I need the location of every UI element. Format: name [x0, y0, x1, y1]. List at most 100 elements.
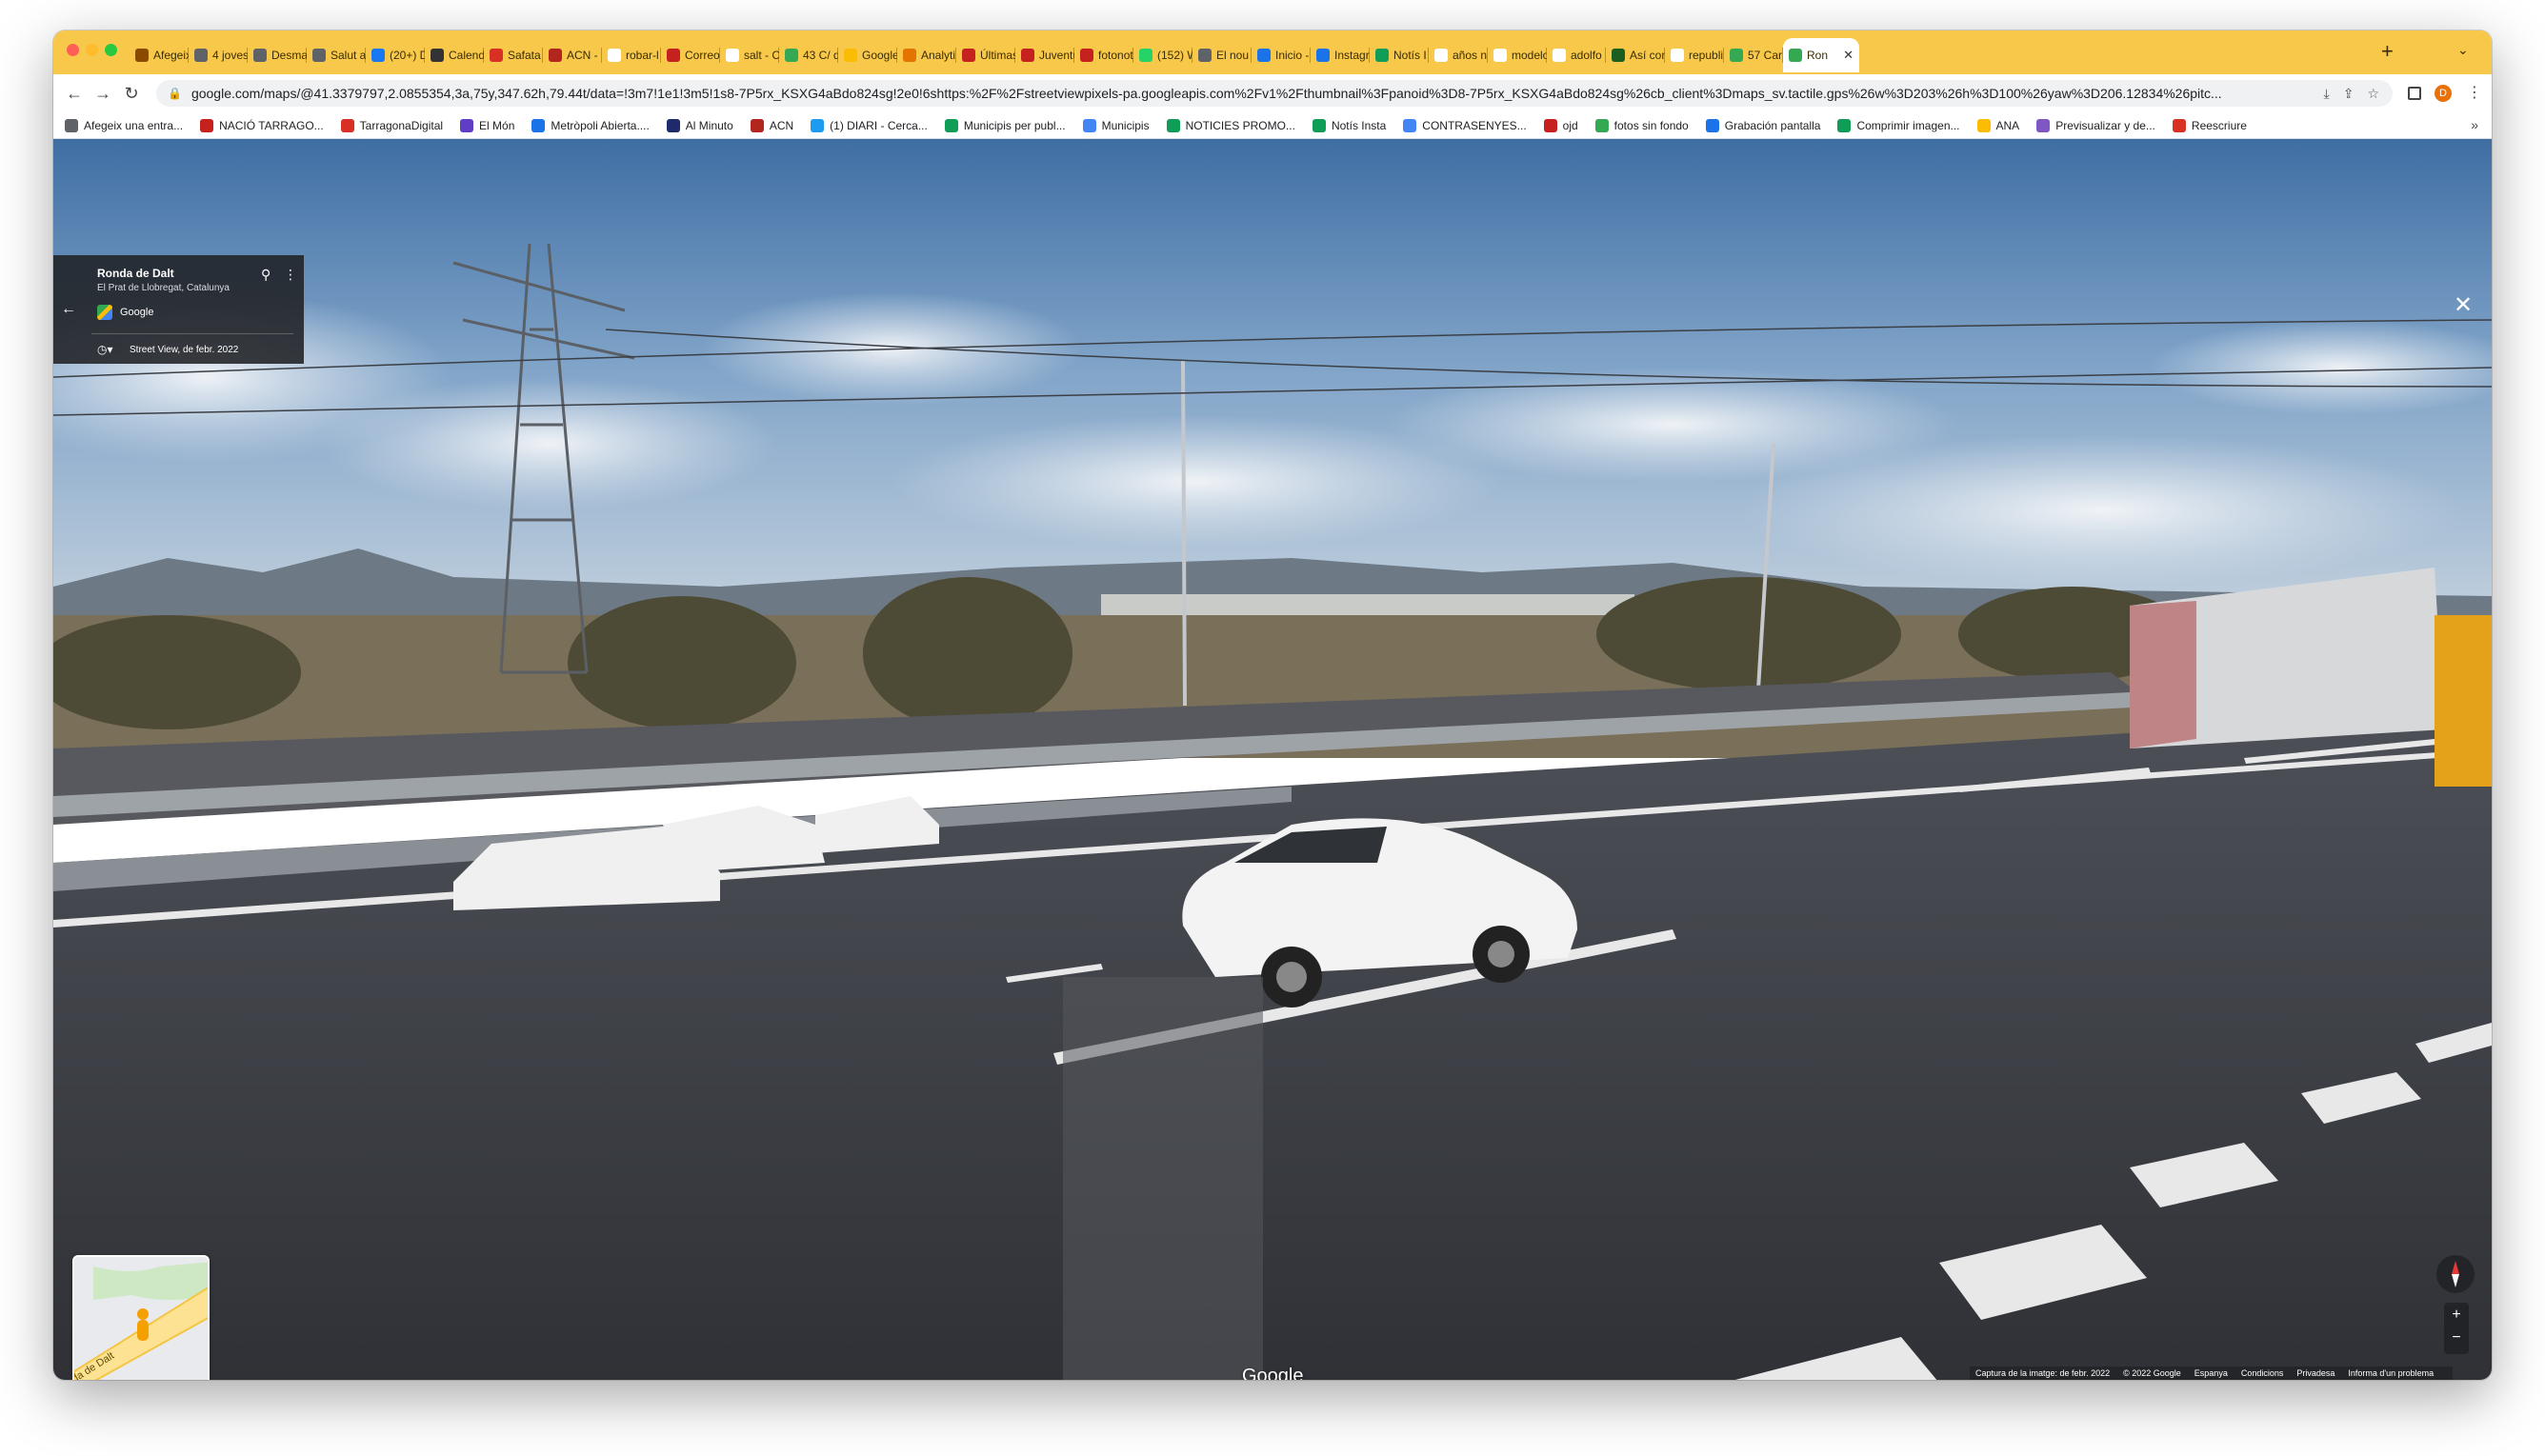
browser-menu-icon[interactable]: ⋮ [2467, 83, 2482, 102]
tab-label: 43 C/ d [803, 49, 838, 62]
bookmarks-overflow-icon[interactable]: » [2471, 117, 2478, 132]
compass-icon[interactable] [2436, 1255, 2475, 1293]
tab[interactable]: Desmant [248, 38, 307, 72]
zoom-out-button[interactable]: − [2444, 1329, 2469, 1346]
window-minimize-button[interactable] [86, 44, 98, 56]
back-icon[interactable]: ← [63, 82, 86, 105]
pin-icon[interactable]: ⚲ [261, 267, 271, 283]
bookmark-item[interactable]: ojd [1543, 118, 1578, 132]
more-options-icon[interactable]: ⋮ [284, 267, 297, 283]
tab-label: Notís I [1393, 49, 1427, 62]
tab[interactable]: Últimas [956, 38, 1015, 72]
bookmark-item[interactable]: ACN [750, 118, 793, 132]
time-travel-icon[interactable]: ◷▾ [97, 343, 113, 356]
tab[interactable]: Calend [425, 38, 484, 72]
window-maximize-button[interactable] [105, 44, 117, 56]
report-problem-link[interactable]: Informa d'un problema [2348, 1368, 2434, 1378]
tab-label: Salut al [331, 49, 366, 62]
side-panel-icon[interactable] [2408, 87, 2421, 100]
window-close-button[interactable] [67, 44, 79, 56]
bookmark-item[interactable]: ANA [1976, 118, 2019, 132]
tab[interactable]: Así com [1606, 38, 1665, 72]
tab[interactable]: Analyti [897, 38, 956, 72]
tab[interactable]: El nou [1192, 38, 1252, 72]
region-link[interactable]: Espanya [2194, 1368, 2228, 1378]
download-icon[interactable]: ⤓ [2324, 86, 2330, 102]
bookmark-item[interactable]: El Món [460, 118, 514, 132]
tab[interactable]: republi [1665, 38, 1724, 72]
bookmark-item[interactable]: CONTRASENYES... [1403, 118, 1527, 132]
tab[interactable]: Notís I [1370, 38, 1429, 72]
bookmark-item[interactable]: Comprimir imagen... [1837, 118, 1960, 132]
privacy-blur [1063, 977, 1263, 1380]
google-icon [726, 49, 739, 62]
bookmark-item[interactable]: TarragonaDigital [340, 118, 443, 132]
tab[interactable]: Google [838, 38, 897, 72]
bookmark-item[interactable]: NACIÓ TARRAGO... [200, 118, 324, 132]
capture-info: Captura de la imatge: de febr. 2022 [1975, 1368, 2111, 1378]
bookmark-star-icon[interactable]: ☆ [2367, 86, 2379, 102]
tab[interactable]: Afegeix [130, 38, 189, 72]
privacy-link[interactable]: Privadesa [2296, 1368, 2335, 1378]
bookmark-label: NACIÓ TARRAGO... [219, 118, 324, 132]
bookmark-item[interactable]: Previsualizar y de... [2036, 118, 2155, 132]
tab[interactable]: Correo [661, 38, 720, 72]
tab[interactable]: adolfo [1547, 38, 1606, 72]
close-icon[interactable]: ✕ [2454, 291, 2473, 319]
tab[interactable]: Instagr [1311, 38, 1370, 72]
tab[interactable]: fotonot [1074, 38, 1133, 72]
panorama-image[interactable] [53, 139, 2492, 1380]
new-tab-button[interactable]: + [2381, 41, 2394, 62]
terms-link[interactable]: Condicions [2241, 1368, 2284, 1378]
tab[interactable]: (20+) D [366, 38, 425, 72]
bookmark-item[interactable]: Notís Insta [1312, 118, 1386, 132]
tab[interactable]: Juventu [1015, 38, 1074, 72]
tab[interactable]: (152) W [1133, 38, 1192, 72]
bookmark-label: ojd [1562, 118, 1578, 132]
tab[interactable]: 57 Car [1724, 38, 1783, 72]
bookmark-item[interactable]: Metròpoli Abierta.... [531, 118, 650, 132]
tab-close-icon[interactable]: ✕ [1843, 48, 1854, 63]
reload-icon[interactable]: ↻ [120, 82, 143, 105]
tab[interactable]: Inicio - [1252, 38, 1311, 72]
tab[interactable]: modelo [1488, 38, 1547, 72]
tab[interactable]: ACN - [543, 38, 602, 72]
bookmark-item[interactable]: (1) DIARI - Cerca... [811, 118, 928, 132]
bookmark-icon [811, 118, 825, 132]
url-text[interactable]: google.com/maps/@41.3379797,2.0855354,3a… [191, 86, 2324, 101]
tab-label: Inicio - [1275, 49, 1310, 62]
zoom-in-button[interactable]: + [2444, 1306, 2469, 1324]
analytics-icon [903, 49, 916, 62]
street-view-panorama[interactable]: ← Ronda de Dalt El Prat de Llobregat, Ca… [53, 139, 2492, 1380]
minimap-map[interactable]: da de Dalt [74, 1257, 210, 1380]
forward-icon[interactable]: → [91, 82, 114, 105]
bookmark-item[interactable]: Grabación pantalla [1705, 118, 1820, 132]
bookmark-item[interactable]: Afegeix una entra... [65, 118, 183, 132]
bookmark-item[interactable]: Municipis per publ... [944, 118, 1066, 132]
capture-date[interactable]: Street View, de febr. 2022 [130, 345, 238, 355]
tab[interactable]: salt - C [720, 38, 779, 72]
zoom-control: + − [2444, 1303, 2469, 1354]
tab[interactable]: 43 C/ d [779, 38, 838, 72]
tab[interactable]: Salut al [307, 38, 366, 72]
profile-avatar[interactable]: D [2435, 85, 2452, 102]
bookmark-item[interactable]: Municipis [1082, 118, 1150, 132]
facebook-icon [371, 49, 385, 62]
bookmark-label: fotos sin fondo [1613, 118, 1689, 132]
address-bar[interactable]: 🔒 google.com/maps/@41.3379797,2.0855354,… [156, 80, 2393, 107]
tab[interactable]: años n [1429, 38, 1488, 72]
tab[interactable]: 4 joves [189, 38, 248, 72]
site-icon [1257, 49, 1271, 62]
bookmark-item[interactable]: fotos sin fondo [1594, 118, 1689, 132]
tab[interactable]: Safata [484, 38, 543, 72]
bookmark-item[interactable]: NOTICIES PROMO... [1166, 118, 1295, 132]
bookmark-item[interactable]: Al Minuto [666, 118, 733, 132]
google-icon [1671, 49, 1684, 62]
share-icon[interactable]: ⇪ [2343, 86, 2355, 102]
back-arrow-icon[interactable]: ← [61, 301, 76, 318]
minimap[interactable]: da de Dalt [72, 1255, 210, 1380]
bookmark-item[interactable]: Reescriure [2172, 118, 2247, 132]
tab-search-icon[interactable]: ⌄ [2457, 42, 2469, 58]
tab-active[interactable]: Ron ✕ [1783, 38, 1859, 72]
tab[interactable]: robar-l [602, 38, 661, 72]
